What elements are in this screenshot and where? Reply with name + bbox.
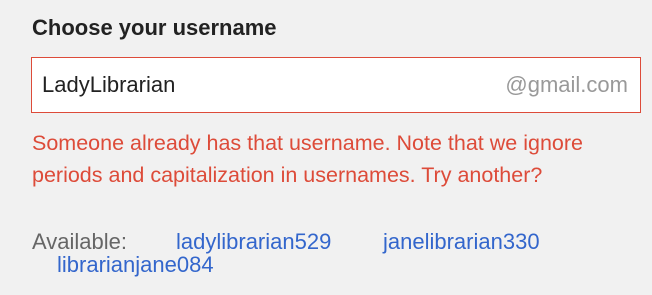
error-message: Someone already has that username. Note … xyxy=(32,131,583,187)
suggestion-link-2[interactable]: janelibrarian330 xyxy=(383,229,540,255)
username-panel: Choose your username LadyLibrarian @gmai… xyxy=(0,0,652,295)
suggestion-link-3[interactable]: librarianjane084 xyxy=(57,252,214,278)
username-heading: Choose your username xyxy=(32,15,277,40)
domain-suffix: @gmail.com xyxy=(505,72,628,97)
username-input[interactable]: LadyLibrarian @gmail.com xyxy=(31,57,641,113)
username-value[interactable]: LadyLibrarian xyxy=(42,72,175,98)
